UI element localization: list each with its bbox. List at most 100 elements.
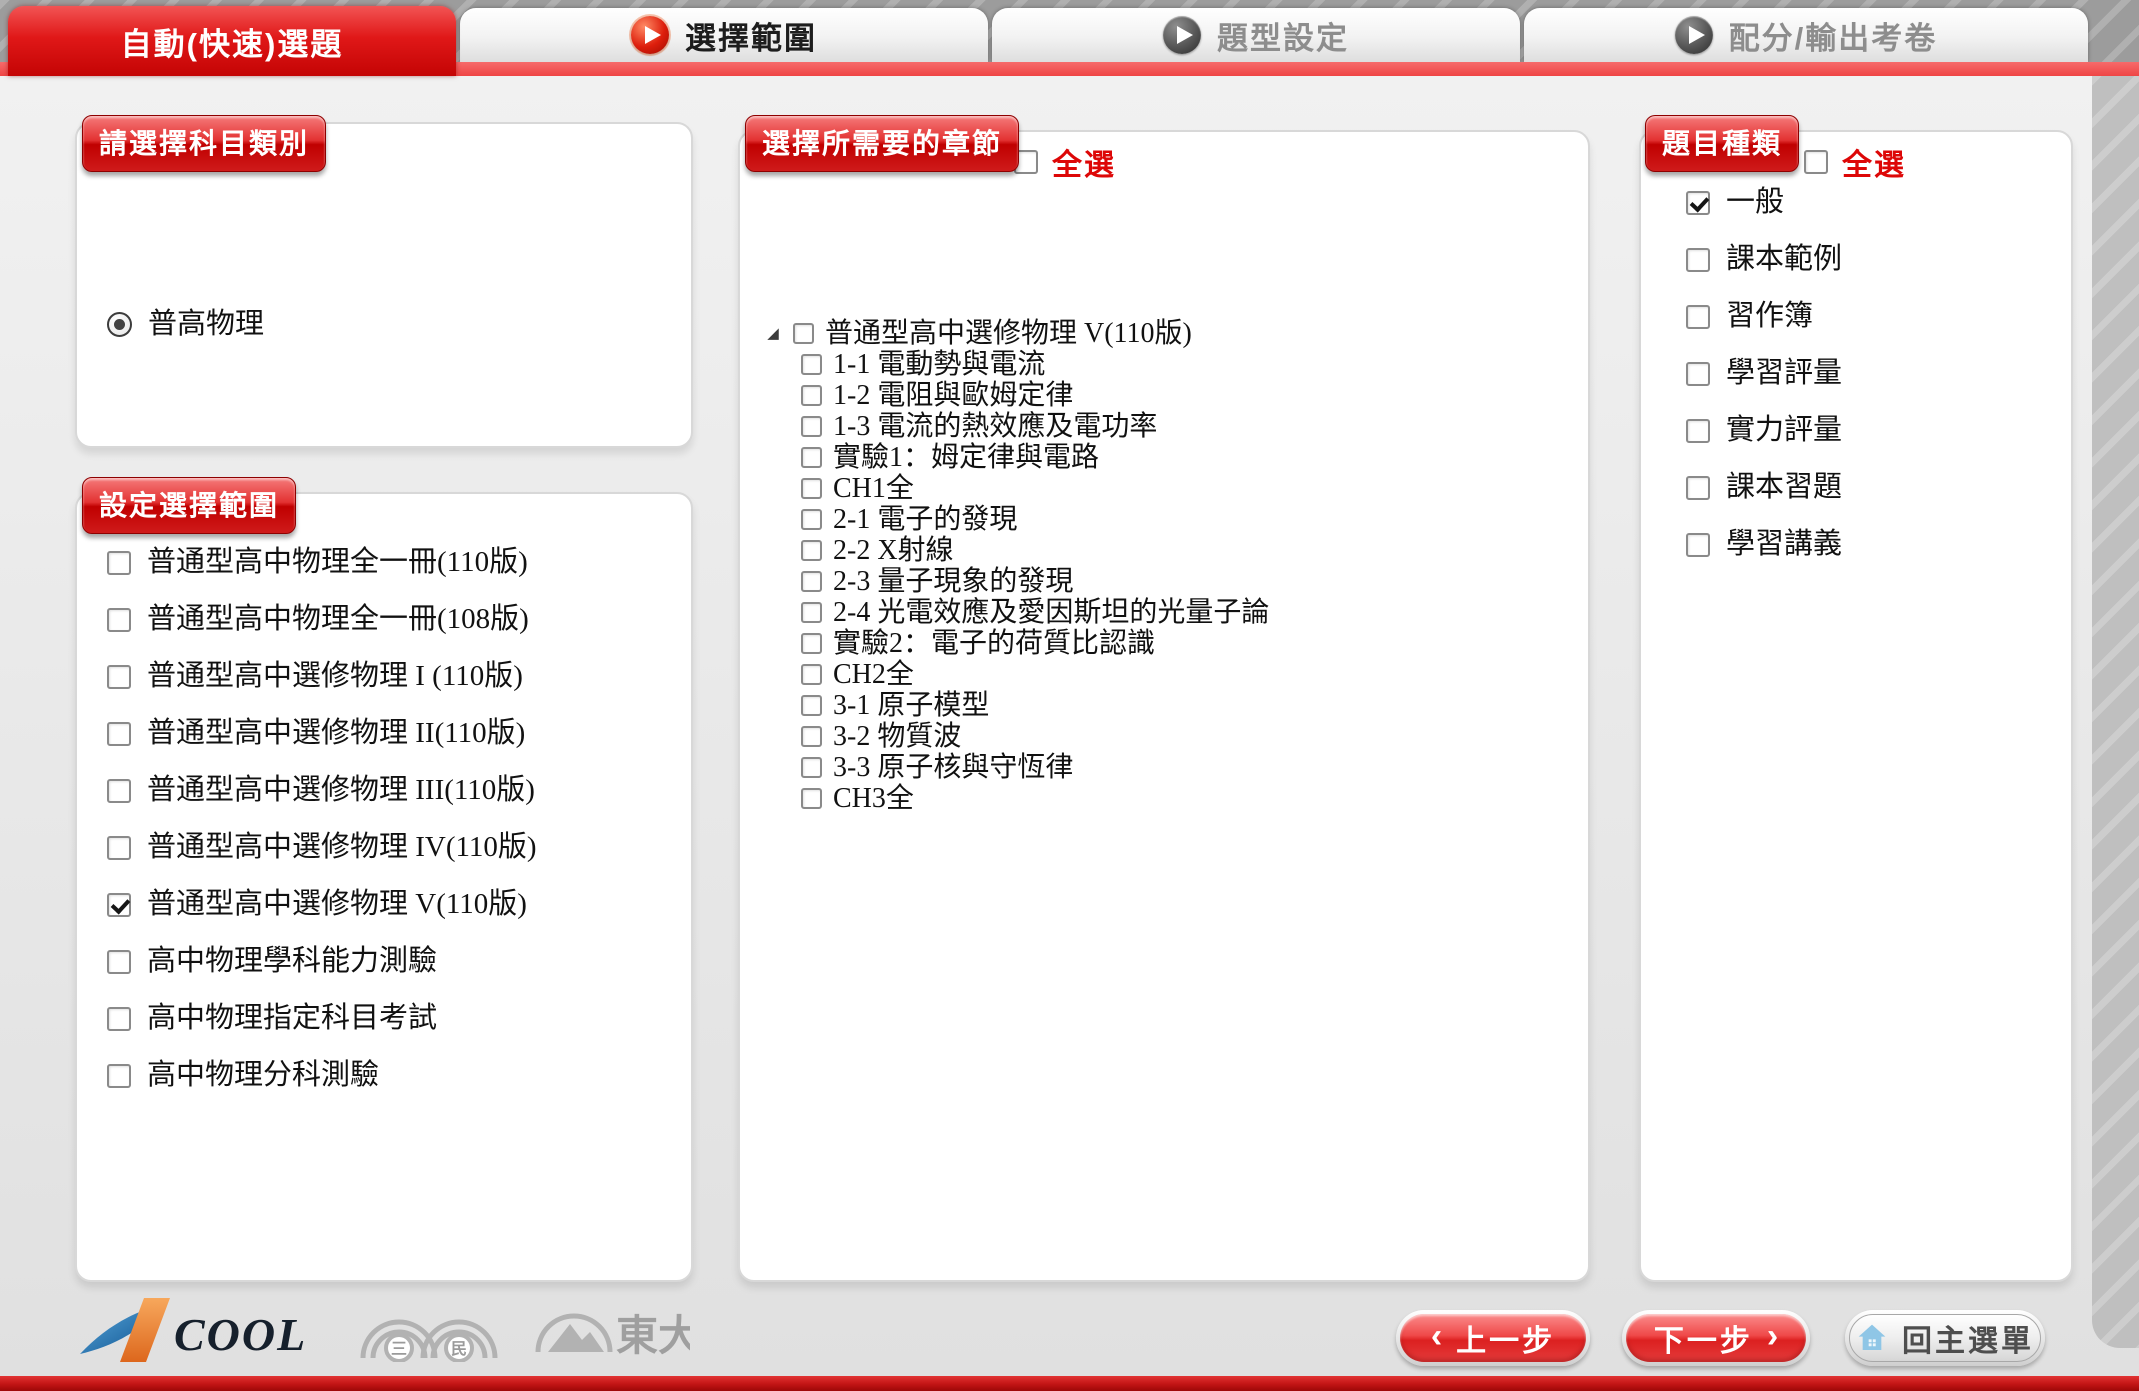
expand-icon[interactable]: ◢	[764, 326, 782, 341]
checkbox[interactable]	[793, 323, 814, 344]
footer-logos: COOL 三 民 東大	[78, 1293, 690, 1369]
select-all-label: 全選	[1052, 140, 1116, 184]
tab-label: 配分/輸出考卷	[1729, 13, 1938, 58]
chapter-row: 3-1 原子模型	[801, 690, 1269, 721]
select-all-checkbox[interactable]	[1804, 150, 1828, 174]
checkbox[interactable]	[107, 551, 131, 575]
chapter-row: 2-1 電子的發現	[801, 504, 1269, 535]
play-icon	[1163, 16, 1201, 54]
tab-score-output[interactable]: 配分/輸出考卷	[1524, 8, 2088, 62]
type-panel-title: 題目種類	[1645, 115, 1799, 172]
chapter-row: 1-1 電動勢與電流	[801, 349, 1269, 380]
checkbox[interactable]	[801, 571, 822, 592]
subject-panel-title: 請選擇科目類別	[82, 115, 326, 172]
checkbox[interactable]	[107, 836, 131, 860]
range-option-row: 普通型高中選修物理 II(110版)	[107, 705, 537, 762]
checkbox[interactable]	[107, 893, 131, 917]
home-button[interactable]: 回主選單	[1845, 1310, 2045, 1366]
chevron-right-icon: ›	[1767, 1319, 1778, 1353]
chapter-label: 實驗2：電子的荷質比認識	[833, 630, 1155, 658]
chapter-panel-title: 選擇所需要的章節	[745, 115, 1019, 172]
checkbox[interactable]	[1686, 248, 1710, 272]
checkbox-label: 課本範例	[1726, 245, 1842, 274]
checkbox[interactable]	[801, 757, 822, 778]
checkbox-label: 普通型高中選修物理 I (110版)	[147, 662, 523, 691]
chapter-row: 3-2 物質波	[801, 721, 1269, 752]
checkbox[interactable]	[801, 385, 822, 406]
checkbox-label: 普通型高中選修物理 III(110版)	[147, 776, 535, 805]
checkbox[interactable]	[801, 664, 822, 685]
checkbox-label: 普通型高中選修物理 IV(110版)	[147, 833, 537, 862]
type-option-row: 學習評量	[1686, 345, 1842, 402]
checkbox[interactable]	[1686, 476, 1710, 500]
next-button[interactable]: 下一步 ›	[1622, 1310, 1810, 1366]
checkbox[interactable]	[107, 950, 131, 974]
type-option-row: 實力評量	[1686, 402, 1842, 459]
checkbox[interactable]	[1686, 419, 1710, 443]
subject-radio[interactable]	[107, 312, 132, 337]
range-option-row: 普通型高中選修物理 I (110版)	[107, 648, 537, 705]
tab-bar: 自動(快速)選題 選擇範圍 題型設定 配分/輸出考卷	[0, 0, 2139, 62]
sanmin-char-1: 三	[391, 1341, 407, 1358]
chapter-row: 1-3 電流的熱效應及電功率	[801, 411, 1269, 442]
chapter-row: 實驗2：電子的荷質比認識	[801, 628, 1269, 659]
range-option-row: 高中物理指定科目考試	[107, 990, 537, 1047]
chapter-label: 實驗1：姆定律與電路	[833, 444, 1099, 472]
checkbox-label: 普通型高中物理全一冊(110版)	[147, 548, 528, 577]
checkbox[interactable]	[107, 1007, 131, 1031]
range-option-row: 普通型高中物理全一冊(110版)	[107, 534, 537, 591]
checkbox[interactable]	[801, 602, 822, 623]
chapter-label: 3-3 原子核與守恆律	[833, 754, 1073, 782]
checkbox[interactable]	[801, 788, 822, 809]
checkbox[interactable]	[1686, 362, 1710, 386]
checkbox-label: 學習講義	[1726, 530, 1842, 559]
checkbox[interactable]	[107, 608, 131, 632]
checkbox[interactable]	[801, 540, 822, 561]
checkbox[interactable]	[1686, 305, 1710, 329]
range-option-row: 高中物理分科測驗	[107, 1047, 537, 1104]
chapter-tree: ◢ 普通型高中選修物理 V(110版) 1-1 電動勢與電流 1-2 電阻與歐姆…	[764, 318, 1269, 814]
tab-auto-quick-select[interactable]: 自動(快速)選題	[8, 6, 456, 76]
checkbox-label: 高中物理學科能力測驗	[147, 947, 437, 976]
checkbox[interactable]	[801, 416, 822, 437]
checkbox[interactable]	[107, 722, 131, 746]
checkbox[interactable]	[107, 665, 131, 689]
checkbox[interactable]	[801, 354, 822, 375]
checkbox[interactable]	[107, 1064, 131, 1088]
chapter-row: 2-2 X射線	[801, 535, 1269, 566]
chapter-row: CH1全	[801, 473, 1269, 504]
range-panel: 普通型高中物理全一冊(110版) 普通型高中物理全一冊(108版) 普通型高中選…	[75, 492, 693, 1282]
prev-button[interactable]: ‹ 上一步	[1396, 1310, 1590, 1366]
checkbox[interactable]	[801, 633, 822, 654]
chapter-row: 2-3 量子現象的發現	[801, 566, 1269, 597]
chapter-label: 3-2 物質波	[833, 723, 961, 751]
subject-radio-label: 普高物理	[148, 310, 264, 339]
button-label: 上一步	[1456, 1316, 1555, 1360]
checkbox[interactable]	[801, 447, 822, 468]
checkbox[interactable]	[1686, 533, 1710, 557]
chapter-row: CH3全	[801, 783, 1269, 814]
range-option-row: 普通型高中物理全一冊(108版)	[107, 591, 537, 648]
tab-select-range[interactable]: 選擇範圍	[460, 8, 988, 62]
house-icon	[1856, 1322, 1888, 1354]
dongda-logo: 東大	[530, 1302, 690, 1360]
chapter-label: 3-1 原子模型	[833, 692, 989, 720]
chapter-label: 1-1 電動勢與電流	[833, 351, 1045, 379]
checkbox[interactable]	[1686, 191, 1710, 215]
checkbox[interactable]	[801, 478, 822, 499]
app-window: 自動(快速)選題 選擇範圍 題型設定 配分/輸出考卷 請選擇科目類別 普高物理 …	[0, 0, 2139, 1391]
checkbox-label: 課本習題	[1726, 473, 1842, 502]
tab-label: 題型設定	[1217, 13, 1349, 58]
chapter-row: CH2全	[801, 659, 1269, 690]
sanmin-char-2: 民	[451, 1340, 467, 1358]
checkbox[interactable]	[801, 695, 822, 716]
checkbox[interactable]	[801, 726, 822, 747]
chapter-panel: 全選 ◢ 普通型高中選修物理 V(110版) 1-1 電動勢與電流 1-2 電阻…	[738, 130, 1590, 1282]
checkbox-label: 普通型高中選修物理 II(110版)	[147, 719, 525, 748]
checkbox[interactable]	[107, 779, 131, 803]
checkbox[interactable]	[801, 509, 822, 530]
tab-question-type-settings[interactable]: 題型設定	[992, 8, 1520, 62]
mountain-icon	[548, 1324, 604, 1352]
checkbox-label: 學習評量	[1726, 359, 1842, 388]
chapter-label: 2-2 X射線	[833, 537, 954, 565]
